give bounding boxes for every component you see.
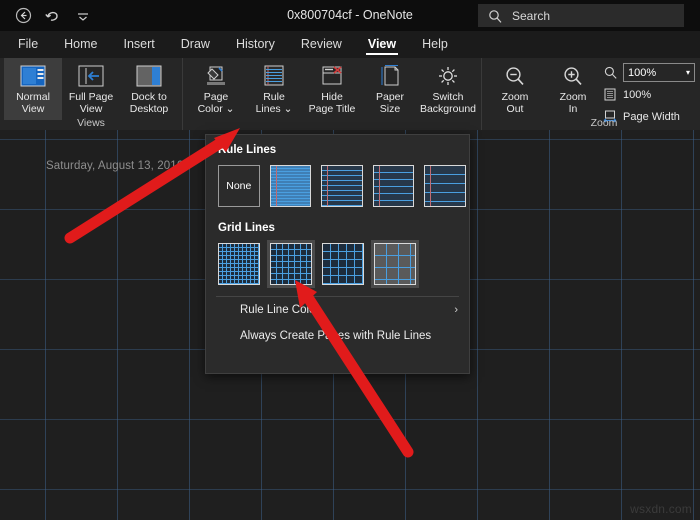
zoom-level-combo[interactable]: 100% ▾ — [623, 63, 695, 82]
search-icon — [488, 9, 502, 23]
customize-quick-access-icon[interactable] — [68, 4, 98, 28]
grid-lines-small-preview — [218, 243, 260, 285]
rule-lines-college-tile[interactable] — [318, 162, 366, 210]
ribbon-group-views-label: Views — [0, 117, 182, 129]
hide-page-title-button[interactable]: Hide Page Title — [303, 58, 361, 120]
tab-help[interactable]: Help — [409, 31, 461, 58]
dock-to-desktop-button[interactable]: Dock to Desktop — [120, 58, 178, 120]
margin-line — [430, 166, 431, 206]
grid-lines-tile-row — [206, 240, 469, 288]
tab-history[interactable]: History — [223, 31, 288, 58]
ribbon: Normal View Full Page View Dock to Deskt… — [0, 58, 700, 130]
grid-lines-large-preview — [322, 243, 364, 285]
normal-view-button[interactable]: Normal View — [4, 58, 62, 120]
zoom-100-label: 100% — [623, 89, 651, 101]
paper-size-button[interactable]: Paper Size — [361, 58, 419, 120]
zoom-in-label: Zoom In — [560, 92, 587, 115]
rule-lines-heading: Rule Lines — [206, 135, 469, 162]
rule-lines-none-label: None — [218, 165, 260, 207]
site-watermark: wsxdn.com — [630, 502, 692, 516]
full-page-view-button[interactable]: Full Page View — [62, 58, 120, 120]
zoom-out-button[interactable]: Zoom Out — [486, 58, 544, 120]
grid-lines-medium-tile[interactable] — [267, 240, 315, 288]
zoom-level-value: 100% — [628, 67, 686, 79]
paper-size-label: Paper Size — [376, 92, 404, 115]
page-date: Saturday, August 13, 2016 — [46, 160, 183, 172]
paper-size-icon — [376, 62, 404, 90]
ribbon-tab-bar: File Home Insert Draw History Review Vie… — [0, 31, 700, 58]
rule-lines-standard-preview — [373, 165, 415, 207]
submenu-chevron-icon: › — [454, 304, 458, 316]
zoom-100-icon — [602, 88, 618, 101]
full-page-view-icon — [77, 62, 105, 90]
grid-lines-medium-preview — [270, 243, 312, 285]
tab-insert[interactable]: Insert — [111, 31, 168, 58]
rule-lines-tile-row: None — [206, 162, 469, 210]
zoom-out-label: Zoom Out — [502, 92, 529, 115]
rule-lines-college-preview — [321, 165, 363, 207]
tab-view[interactable]: View — [355, 31, 409, 58]
rule-lines-label: Rule Lines ⌄ — [256, 92, 293, 115]
rule-lines-button[interactable]: Rule Lines ⌄ — [245, 58, 303, 120]
rule-lines-narrow-tile[interactable] — [267, 162, 315, 210]
rule-lines-standard-tile[interactable] — [370, 162, 418, 210]
grid-lines-large-tile[interactable] — [319, 240, 367, 288]
ribbon-group-views: Normal View Full Page View Dock to Deskt… — [0, 58, 182, 130]
switch-background-label: Switch Background — [420, 92, 476, 115]
rule-lines-dropdown: Rule Lines None Grid Lines — [205, 134, 470, 374]
zoom-100-row[interactable]: 100% — [602, 85, 700, 104]
rule-line-color-menu-item[interactable]: Rule Line Color › — [206, 297, 469, 323]
rule-lines-none-tile[interactable]: None — [215, 162, 263, 210]
always-create-pages-with-rule-lines-menu-item[interactable]: Always Create Pages with Rule Lines — [206, 323, 469, 349]
rule-lines-icon — [260, 62, 288, 90]
margin-line — [276, 166, 277, 206]
rule-lines-narrow-preview — [270, 165, 312, 207]
rule-lines-wide-preview — [424, 165, 466, 207]
margin-line — [379, 166, 380, 206]
grid-lines-very-large-preview — [374, 243, 416, 285]
onenote-window: Saturday, August 13, 2016 wsxdn.com 0x80… — [0, 0, 700, 520]
switch-background-button[interactable]: Switch Background — [419, 58, 477, 120]
ribbon-group-page-setup: Page Color ⌄ Rule Lines ⌄ Hide Page Titl… — [182, 58, 481, 130]
normal-view-icon — [19, 62, 47, 90]
tab-file[interactable]: File — [5, 31, 51, 58]
undo-icon[interactable] — [38, 4, 68, 28]
always-create-pages-label: Always Create Pages with Rule Lines — [240, 330, 431, 342]
hide-page-title-icon — [318, 62, 346, 90]
rule-line-color-label: Rule Line Color — [240, 304, 319, 316]
zoom-out-icon — [501, 62, 529, 90]
back-arrow-icon[interactable] — [8, 4, 38, 28]
zoom-level-row: 100% ▾ — [602, 63, 700, 82]
page-color-button[interactable]: Page Color ⌄ — [187, 58, 245, 120]
grid-lines-small-tile[interactable] — [215, 240, 263, 288]
dock-to-desktop-icon — [135, 62, 163, 90]
zoom-in-icon — [559, 62, 587, 90]
page-color-icon — [202, 62, 230, 90]
tab-draw[interactable]: Draw — [168, 31, 223, 58]
rule-lines-wide-tile[interactable] — [421, 162, 469, 210]
zoom-in-button[interactable]: Zoom In — [544, 58, 602, 120]
margin-line — [327, 166, 328, 206]
hide-page-title-label: Hide Page Title — [309, 92, 356, 115]
chevron-down-icon: ▾ — [686, 68, 690, 77]
search-box[interactable]: Search — [478, 4, 684, 27]
tab-review[interactable]: Review — [288, 31, 355, 58]
grid-lines-heading: Grid Lines — [206, 210, 469, 240]
dock-to-desktop-label: Dock to Desktop — [130, 92, 169, 115]
search-placeholder: Search — [512, 9, 550, 23]
grid-lines-very-large-tile[interactable] — [371, 240, 419, 288]
tab-home[interactable]: Home — [51, 31, 110, 58]
ribbon-group-zoom: Zoom Out Zoom In 100% ▾ — [481, 58, 700, 130]
zoom-controls-stack: 100% ▾ 100% Page Width — [602, 58, 700, 126]
normal-view-label: Normal View — [16, 92, 50, 115]
ribbon-group-zoom-label: Zoom — [482, 117, 700, 129]
full-page-view-label: Full Page View — [69, 92, 113, 115]
page-color-label: Page Color ⌄ — [198, 92, 235, 115]
zoom-level-icon — [602, 66, 618, 79]
switch-background-icon — [434, 62, 462, 90]
